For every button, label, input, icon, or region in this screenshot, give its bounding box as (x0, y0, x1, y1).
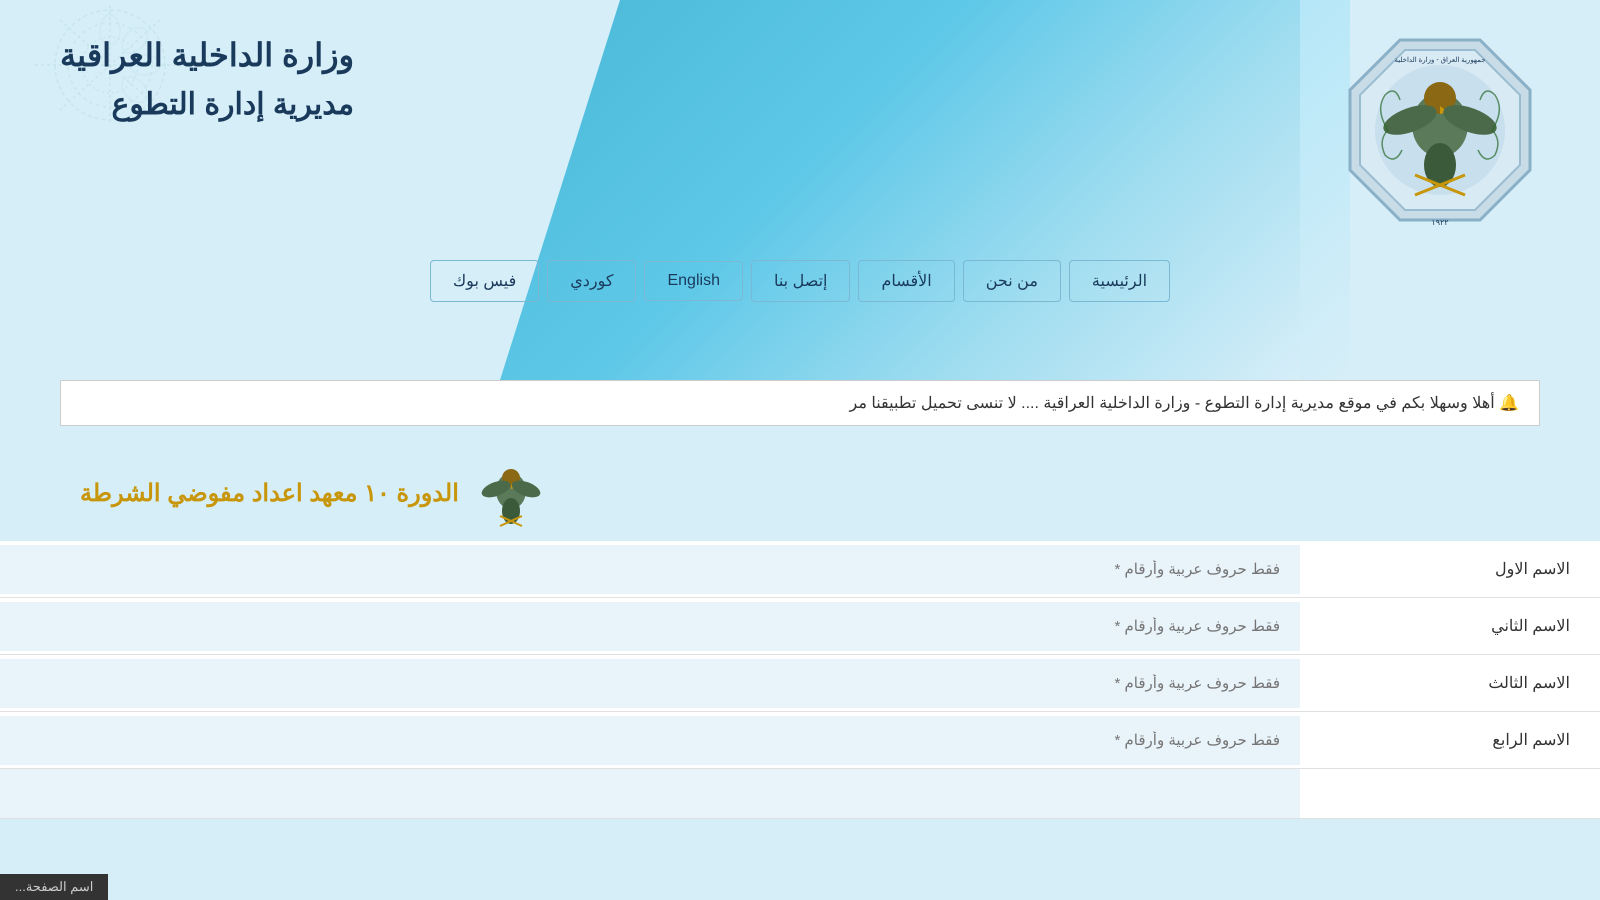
nav-item-contact[interactable]: إتصل بنا (751, 260, 851, 302)
status-text: اسم الصفحة... (15, 879, 93, 894)
label-first-name: الاسم الاول (1300, 541, 1600, 597)
input-third-name[interactable] (0, 659, 1300, 708)
nav-item-home[interactable]: الرئيسية (1069, 260, 1170, 302)
navbar: الرئيسية من نحن الأقسام إتصل بنا English… (0, 245, 1600, 317)
header-content: ١٩٢٢ جمهورية العراق - وزارة الداخلية وزا… (0, 0, 1600, 245)
form-row-first-name: الاسم الاول (0, 541, 1600, 598)
form-row-second-name: الاسم الثاني (0, 598, 1600, 655)
input-second-name[interactable] (0, 602, 1300, 651)
label-fifth-name (1300, 776, 1600, 812)
section-title-bar: الدورة ١٠ معهد اعداد مفوضي الشرطة (0, 446, 1600, 541)
label-second-name: الاسم الثاني (1300, 598, 1600, 654)
label-third-name: الاسم الثالث (1300, 655, 1600, 711)
title-line1: وزارة الداخلية العراقية (60, 30, 354, 81)
nav-item-sections[interactable]: الأقسام (858, 260, 954, 302)
header-wrapper: ١٩٢٢ جمهورية العراق - وزارة الداخلية وزا… (0, 0, 1600, 380)
header-title-block: وزارة الداخلية العراقية مديرية إدارة الت… (60, 30, 354, 129)
form-row-third-name: الاسم الثالث (0, 655, 1600, 712)
ministry-logo: ١٩٢٢ جمهورية العراق - وزارة الداخلية (1340, 30, 1540, 240)
form-area: الاسم الاول الاسم الثاني الاسم الثالث ال… (0, 541, 1600, 819)
input-fifth-name[interactable] (0, 769, 1300, 818)
section-eagle-icon (474, 456, 549, 531)
svg-text:١٩٢٢: ١٩٢٢ (1431, 218, 1448, 227)
input-fourth-name[interactable] (0, 716, 1300, 765)
section-title-text: الدورة ١٠ معهد اعداد مفوضي الشرطة (80, 479, 459, 508)
nav-item-about[interactable]: من نحن (963, 260, 1061, 302)
form-row-fifth-name (0, 769, 1600, 819)
form-row-fourth-name: الاسم الرابع (0, 712, 1600, 769)
status-bar: اسم الصفحة... (0, 874, 108, 900)
svg-text:جمهورية العراق - وزارة الداخلي: جمهورية العراق - وزارة الداخلية (1394, 56, 1485, 64)
nav-item-english[interactable]: English (644, 261, 742, 301)
input-first-name[interactable] (0, 545, 1300, 594)
label-fourth-name: الاسم الرابع (1300, 712, 1600, 768)
nav-item-kurdish[interactable]: كوردي (547, 260, 636, 302)
logo-area: ١٩٢٢ جمهورية العراق - وزارة الداخلية (1340, 30, 1540, 245)
title-line2: مديرية إدارة التطوع (60, 81, 354, 129)
nav-item-facebook[interactable]: فيس بوك (430, 260, 539, 302)
ticker-bar: 🔔 أهلا وسهلا بكم في موقع مديرية إدارة ال… (60, 380, 1540, 426)
ticker-text: 🔔 أهلا وسهلا بكم في موقع مديرية إدارة ال… (850, 393, 1520, 413)
